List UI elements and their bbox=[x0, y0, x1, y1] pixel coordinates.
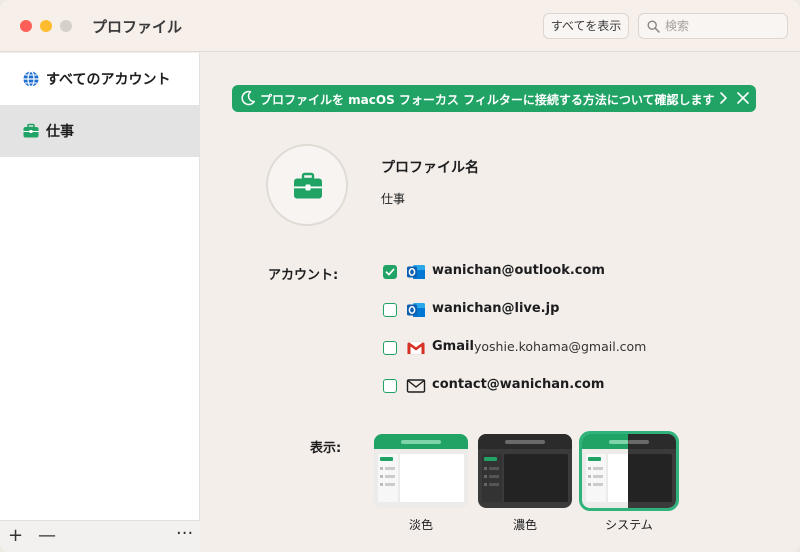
system-theme-preview bbox=[582, 434, 676, 508]
account-row: wanichan@outlook.com bbox=[383, 260, 743, 284]
checkmark-icon bbox=[385, 268, 395, 276]
theme-system-option[interactable] bbox=[579, 431, 679, 511]
sidebar-item-work[interactable]: 仕事 bbox=[0, 105, 200, 157]
profiles-window: プロファイル すべてを表示 すべてのアカウント bbox=[0, 0, 800, 552]
theme-dark-option[interactable] bbox=[478, 434, 572, 508]
mail-icon bbox=[406, 379, 426, 393]
window-title: プロファイル bbox=[92, 18, 183, 36]
profile-name-label: プロファイル名 bbox=[381, 160, 479, 176]
account-checkbox[interactable] bbox=[383, 341, 397, 355]
dark-theme-preview bbox=[478, 434, 572, 508]
briefcase-icon bbox=[294, 172, 322, 199]
briefcase-icon bbox=[23, 123, 39, 138]
accounts-heading: アカウント: bbox=[268, 268, 339, 283]
theme-system-label: システム bbox=[605, 518, 653, 532]
theme-light-label: 淡色 bbox=[408, 518, 433, 532]
gmail-icon bbox=[407, 341, 425, 355]
profile-avatar[interactable] bbox=[266, 144, 348, 226]
title-bar: プロファイル すべてを表示 bbox=[0, 0, 800, 52]
account-email: wanichan@outlook.com bbox=[432, 263, 605, 278]
moon-icon bbox=[241, 90, 255, 106]
minimize-window-button[interactable] bbox=[40, 20, 52, 32]
theme-dark-label: 濃色 bbox=[512, 518, 537, 532]
account-name: Gmail bbox=[432, 339, 474, 354]
account-checkbox[interactable] bbox=[383, 265, 397, 279]
account-email: yoshie.kohama@gmail.com bbox=[474, 339, 647, 354]
search-input[interactable] bbox=[665, 17, 783, 35]
search-icon bbox=[647, 20, 660, 33]
search-field[interactable] bbox=[638, 13, 788, 39]
sidebar-item-all-accounts[interactable]: すべてのアカウント bbox=[0, 53, 200, 105]
close-window-button[interactable] bbox=[20, 20, 32, 32]
account-checkbox[interactable] bbox=[383, 303, 397, 317]
theme-light-option[interactable] bbox=[374, 434, 468, 508]
sidebar-item-label: 仕事 bbox=[46, 124, 74, 140]
add-profile-button[interactable]: + bbox=[8, 527, 23, 545]
zoom-window-button[interactable] bbox=[60, 20, 72, 32]
close-icon[interactable] bbox=[735, 90, 751, 106]
show-all-button[interactable]: すべてを表示 bbox=[543, 13, 629, 39]
focus-filter-banner[interactable]: プロファイルを macOS フォーカス フィルターに接続する方法について確認しま… bbox=[232, 85, 756, 112]
appearance-heading: 表示: bbox=[310, 441, 342, 456]
sidebar-item-label: すべてのアカウント bbox=[46, 72, 171, 88]
outlook-icon bbox=[407, 303, 425, 317]
remove-profile-button[interactable]: — bbox=[38, 527, 56, 545]
account-row: contact@wanichan.com bbox=[383, 374, 743, 398]
banner-text: プロファイルを macOS フォーカス フィルターに接続する方法について確認しま… bbox=[260, 93, 715, 107]
more-options-button[interactable]: ··· bbox=[176, 525, 193, 543]
sidebar: すべてのアカウント 仕事 + — ··· bbox=[0, 53, 200, 552]
account-email: wanichan@live.jp bbox=[432, 301, 560, 316]
account-email: contact@wanichan.com bbox=[432, 377, 605, 392]
account-checkbox[interactable] bbox=[383, 379, 397, 393]
profile-name-value[interactable]: 仕事 bbox=[381, 190, 405, 207]
light-theme-preview bbox=[374, 434, 468, 508]
outlook-icon bbox=[407, 265, 425, 279]
sidebar-footer: + — ··· bbox=[0, 520, 200, 552]
globe-icon bbox=[23, 70, 39, 88]
account-row: Gmail yoshie.kohama@gmail.com bbox=[383, 336, 743, 360]
account-row: wanichan@live.jp bbox=[383, 298, 743, 322]
chevron-right-icon[interactable] bbox=[717, 89, 731, 107]
